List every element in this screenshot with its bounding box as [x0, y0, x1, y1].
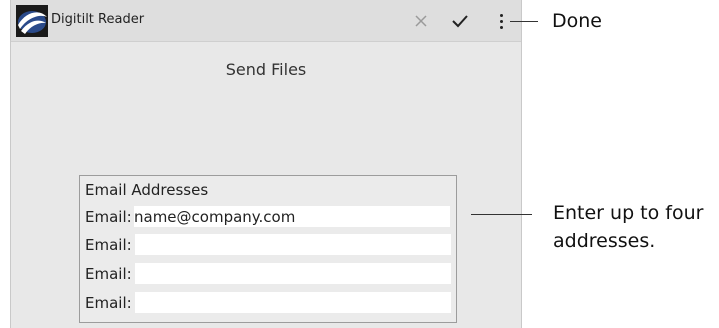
cancel-button[interactable] [408, 8, 434, 34]
email-row: Email: [85, 234, 451, 256]
overflow-menu-icon [499, 13, 503, 29]
email-addresses-heading: Email Addresses [85, 181, 209, 199]
digitilt-logo-icon [16, 5, 48, 37]
email-label: Email: [85, 265, 132, 283]
close-icon [415, 15, 427, 27]
done-callout-line [510, 21, 538, 22]
email-label: Email: [85, 208, 132, 226]
action-bar: Digitilt Reader [11, 0, 521, 42]
email-field-4[interactable] [135, 292, 451, 313]
email-label: Email: [85, 294, 132, 312]
checkmark-icon [452, 15, 468, 28]
addresses-callout-line1: Enter up to four [553, 202, 704, 224]
addresses-callout-line [471, 214, 532, 215]
email-label: Email: [85, 236, 132, 254]
done-button[interactable] [447, 8, 473, 34]
email-addresses-panel: Email Addresses Email: Email: Email: Ema… [79, 175, 457, 323]
app-title: Digitilt Reader [51, 12, 145, 27]
addresses-callout-line2: addresses. [553, 230, 656, 252]
email-field-2[interactable] [135, 234, 451, 255]
email-row: Email: [85, 263, 451, 285]
email-field-1[interactable] [134, 206, 450, 227]
done-callout: Done [552, 10, 602, 32]
email-row: Email: [85, 206, 451, 228]
page-title: Send Files [225, 60, 307, 79]
email-row: Email: [85, 292, 451, 314]
email-field-3[interactable] [135, 263, 451, 284]
app-screen: Digitilt Reader Send Files Email Address… [10, 0, 522, 328]
